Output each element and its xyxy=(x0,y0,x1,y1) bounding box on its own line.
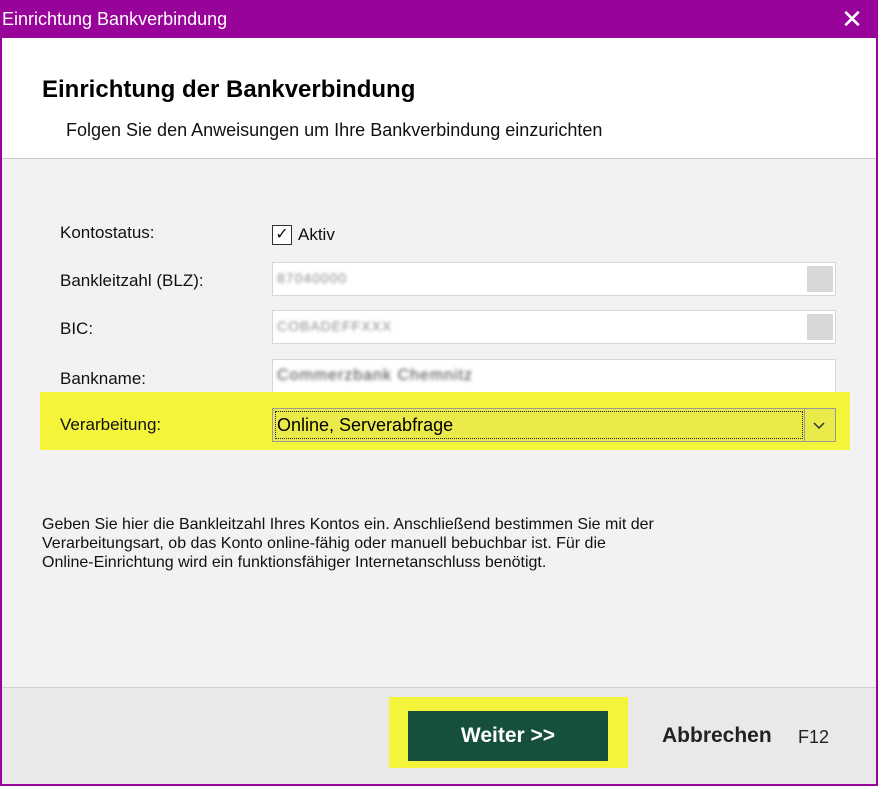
next-button[interactable]: Weiter >> xyxy=(408,711,608,761)
checkmark-icon: ✓ xyxy=(275,226,289,243)
bic-value: COBADEFFXXX xyxy=(277,318,393,334)
help-text: Geben Sie hier die Bankleitzahl Ihres Ko… xyxy=(42,515,802,572)
bankname-value: Commerzbank Chemnitz xyxy=(277,367,474,384)
bic-lookup-button[interactable] xyxy=(807,314,833,340)
window-title: Einrichtung Bankverbindung xyxy=(2,8,228,29)
select-divider xyxy=(804,409,805,441)
cancel-shortcut-hint: F12 xyxy=(798,727,830,747)
help-line-1: Geben Sie hier die Bankleitzahl Ihres Ko… xyxy=(42,516,654,533)
blz-lookup-button[interactable] xyxy=(807,266,833,292)
blz-field[interactable]: 87040000 xyxy=(272,262,836,296)
kontostatus-checkbox[interactable]: ✓ xyxy=(272,225,292,245)
bic-field[interactable]: COBADEFFXXX xyxy=(272,310,836,344)
help-line-2: Verarbeitungsart, ob das Konto online-fä… xyxy=(42,535,606,552)
cancel-button[interactable]: Abbrechen xyxy=(662,724,772,748)
kontostatus-checkbox-label[interactable]: Aktiv xyxy=(298,225,335,245)
dialog-header: Einrichtung der Bankverbindung Folgen Si… xyxy=(2,38,876,158)
close-icon[interactable]: ✕ xyxy=(826,0,878,38)
blz-value: 87040000 xyxy=(277,270,348,286)
page-title: Einrichtung der Bankverbindung xyxy=(42,76,416,103)
verarbeitung-label: Verarbeitung: xyxy=(60,415,162,434)
dialog-footer: Weiter >> Abbrechen F12 xyxy=(2,687,876,785)
verarbeitung-select[interactable]: Online, Serverabfrage xyxy=(272,408,836,442)
blz-label: Bankleitzahl (BLZ): xyxy=(60,271,204,290)
chevron-down-icon[interactable] xyxy=(809,413,829,437)
help-line-3: Online-Einrichtung wird ein funktionsfäh… xyxy=(42,554,547,571)
form-area: Kontostatus: ✓ Aktiv Bankleitzahl (BLZ):… xyxy=(2,159,876,687)
title-bar: Einrichtung Bankverbindung ✕ xyxy=(0,0,878,38)
bankname-field[interactable]: Commerzbank Chemnitz xyxy=(272,359,836,393)
bankname-label: Bankname: xyxy=(60,369,146,388)
kontostatus-label: Kontostatus: xyxy=(60,223,155,242)
verarbeitung-value: Online, Serverabfrage xyxy=(277,415,454,435)
page-subtitle: Folgen Sie den Anweisungen um Ihre Bankv… xyxy=(66,120,603,140)
bic-label: BIC: xyxy=(60,319,94,338)
